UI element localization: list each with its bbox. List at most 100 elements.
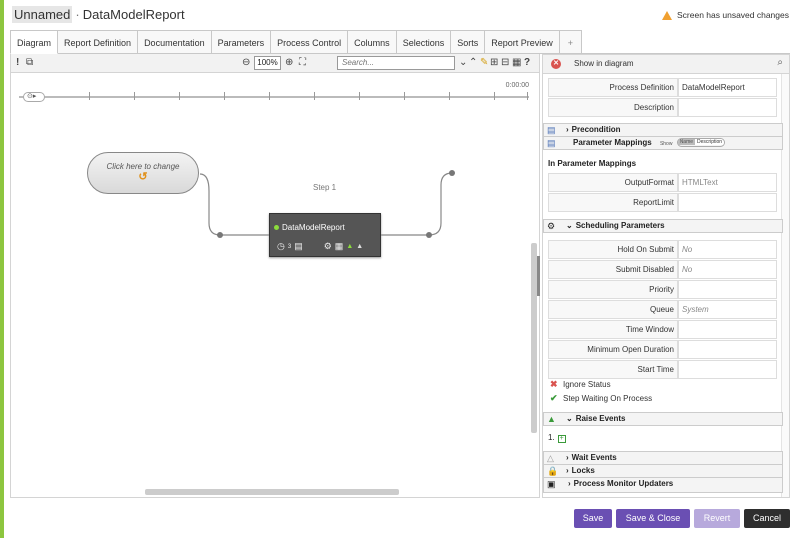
window-icon[interactable]: ▤ — [294, 241, 303, 252]
parameter-mappings-section[interactable]: ▤ Parameter Mappings Show Name Descriptio… — [543, 136, 783, 150]
chevron-down-icon: ⌄ — [566, 221, 573, 230]
link-dot-out — [426, 232, 432, 238]
add-tab-button[interactable]: + — [559, 30, 583, 54]
timeline-slider[interactable] — [19, 92, 529, 100]
description-field[interactable] — [678, 98, 777, 117]
gear-icon[interactable]: ⚙ — [324, 241, 332, 252]
task-icons: ◷ 3 ▤ ⚙ ▦ ▲ ▲ — [277, 241, 363, 252]
tab-process-control[interactable]: Process Control — [271, 30, 349, 54]
timeline-tick — [134, 92, 135, 100]
save-button[interactable]: Save — [574, 509, 612, 528]
precondition-section[interactable]: ▤ › Precondition — [543, 123, 783, 137]
process-definition-label: Process Definition — [548, 78, 678, 97]
chevron-right-icon: › — [566, 453, 569, 462]
schedule-value-field[interactable] — [678, 340, 777, 359]
status-dot-icon — [274, 225, 279, 230]
tree-icon[interactable]: ⊟ — [501, 56, 509, 70]
search-icon[interactable]: ⌕ — [777, 57, 783, 68]
help-icon[interactable]: ? — [524, 56, 530, 70]
alert-icon[interactable]: ! — [16, 56, 19, 70]
close-icon[interactable]: ✕ — [551, 59, 561, 69]
checkmark-icon[interactable]: ✔ — [550, 394, 559, 403]
save-close-button[interactable]: Save & Close — [616, 509, 690, 528]
add-icon[interactable]: + — [557, 435, 566, 443]
triangle-up-icon[interactable]: ▲ — [346, 243, 353, 250]
show-in-diagram-link[interactable]: Show in diagram — [574, 59, 634, 68]
timeline-tick — [494, 92, 495, 100]
left-accent-bar — [0, 0, 4, 538]
chevron-right-icon: › — [566, 125, 569, 134]
tab-report-definition[interactable]: Report Definition — [58, 30, 139, 54]
calculator-icon[interactable]: ▦ — [512, 56, 521, 70]
zoom-region-icon[interactable]: ⊞ — [490, 56, 498, 70]
tab-sorts[interactable]: Sorts — [451, 30, 486, 54]
tab-parameters[interactable]: Parameters — [211, 30, 272, 54]
clock-count: 3 — [287, 243, 292, 250]
scheduling-parameters-title: Scheduling Parameters — [575, 221, 665, 230]
precondition-title: Precondition — [571, 125, 621, 134]
toggle-name[interactable]: Name — [677, 139, 696, 146]
wait-events-title: Wait Events — [571, 453, 617, 462]
param-value-field[interactable] — [678, 193, 777, 212]
raise-events-section[interactable]: ▲ ⌄ Raise Events — [543, 412, 783, 426]
tab-report-preview[interactable]: Report Preview — [485, 30, 560, 54]
schedule-value-field[interactable] — [678, 280, 777, 299]
start-node-label: Click here to change — [106, 162, 180, 171]
name-description-toggle[interactable]: Name Description — [676, 138, 726, 148]
zoom-level[interactable]: 100% — [254, 56, 281, 70]
timeline-time: 0:00:00 — [505, 82, 529, 89]
cancel-button[interactable]: Cancel — [744, 509, 790, 528]
splitter-handle[interactable] — [537, 256, 540, 296]
task-node[interactable]: DataModelReport ◷ 3 ▤ ⚙ ▦ ▲ ▲ — [269, 213, 381, 257]
schedule-value-field[interactable] — [678, 320, 777, 339]
toggle-description[interactable]: Description — [695, 139, 725, 146]
tab-diagram[interactable]: Diagram — [10, 30, 59, 54]
horizontal-scrollbar[interactable] — [145, 489, 399, 495]
start-node[interactable]: Click here to change ↺ — [87, 152, 199, 194]
param-value-field[interactable]: HTMLText — [678, 173, 777, 192]
copy-icon[interactable]: ⧉ — [26, 56, 33, 70]
schedule-value-field[interactable] — [678, 360, 777, 379]
locks-section[interactable]: 🔒 › Locks — [543, 464, 783, 478]
chevron-down-icon[interactable]: ⌄ — [459, 56, 467, 70]
screen-name[interactable]: Unnamed — [12, 6, 73, 23]
schedule-value-field[interactable]: No — [678, 260, 777, 279]
zoom-in-icon[interactable]: ⊕ — [285, 56, 293, 70]
timeline-play-handle[interactable]: ⊙▸ — [23, 92, 45, 102]
ignore-status-row[interactable]: ✖ Ignore Status — [550, 380, 611, 390]
chevron-up-icon[interactable]: ⌃ — [469, 56, 477, 70]
schedule-label: Hold On Submit — [548, 240, 678, 259]
schedule-value-field[interactable]: No — [678, 240, 777, 259]
scheduling-parameters-section[interactable]: ⚙ ⌄ Scheduling Parameters — [543, 219, 783, 233]
pencil-icon[interactable]: ✎ — [480, 56, 488, 70]
zoom-out-icon[interactable]: ⊖ — [242, 56, 250, 70]
wait-events-section[interactable]: △ › Wait Events — [543, 451, 783, 465]
tab-documentation[interactable]: Documentation — [138, 30, 212, 54]
tab-columns[interactable]: Columns — [348, 30, 397, 54]
schedule-value-field[interactable]: System — [678, 300, 777, 319]
parameter-mappings-title: Parameter Mappings — [573, 138, 652, 147]
tab-selections[interactable]: Selections — [396, 30, 452, 54]
step-label: Step 1 — [313, 183, 337, 192]
step-waiting-row[interactable]: ✔ Step Waiting On Process — [550, 394, 652, 404]
unsaved-text: Screen has unsaved changes — [677, 10, 789, 20]
process-definition-field[interactable]: DataModelReport — [678, 78, 777, 97]
schedule-label: Minimum Open Duration — [548, 340, 678, 359]
clock-icon[interactable]: ◷ — [277, 241, 285, 252]
gear-icon: ⚙ — [547, 221, 556, 231]
schedule-row: Hold On Submit No — [548, 240, 777, 259]
revert-button[interactable]: Revert — [694, 509, 740, 528]
calculator-icon[interactable]: ▦ — [335, 241, 344, 252]
triangle-up-white-icon[interactable]: ▲ — [356, 243, 363, 250]
cross-icon[interactable]: ✖ — [550, 380, 559, 389]
schedule-row: Submit Disabled No — [548, 260, 777, 279]
schedule-row: Queue System — [548, 300, 777, 319]
search-input[interactable] — [342, 57, 450, 69]
link-start-to-task — [199, 173, 269, 236]
fit-screen-icon[interactable]: ⛶ — [299, 56, 306, 70]
link-dot-in — [217, 232, 223, 238]
schedule-label: Time Window — [548, 320, 678, 339]
in-parameter-mappings-heading: In Parameter Mappings — [548, 159, 637, 168]
diagram-canvas[interactable]: ⊙▸ 0:00:00 Click here to change ↺ Step 1… — [10, 73, 540, 498]
process-monitor-updaters-section[interactable]: ▣ › Process Monitor Updaters — [543, 477, 783, 493]
